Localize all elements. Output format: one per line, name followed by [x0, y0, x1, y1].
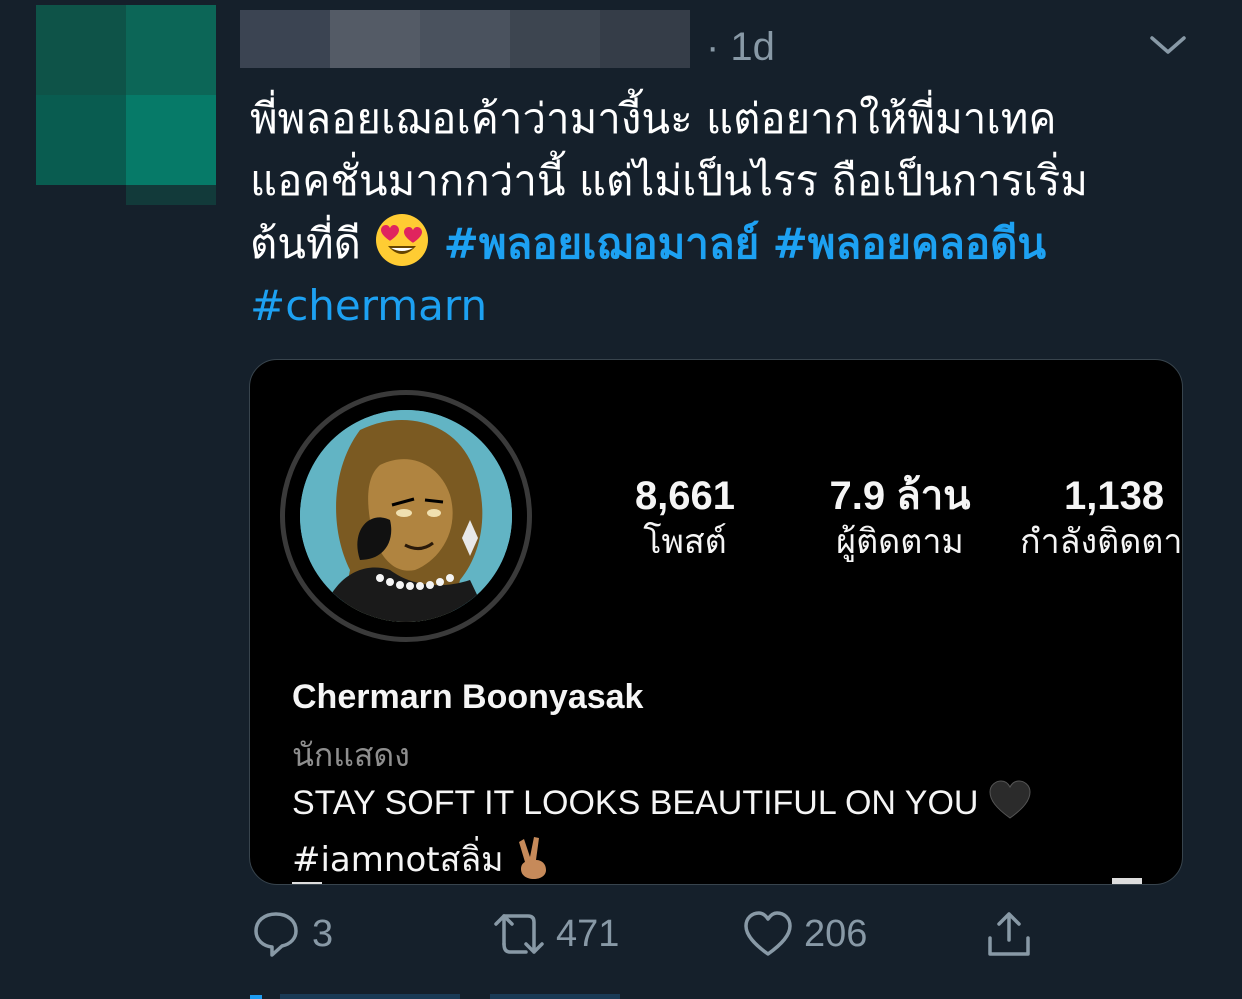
next-tweet-cut-off [250, 994, 620, 999]
heart-eyes-emoji [376, 214, 429, 266]
ig-posts-stat: 8,661 โพสต์ [610, 472, 760, 564]
ig-bio-text: STAY SOFT IT LOOKS BEAUTIFUL ON YOU [292, 784, 979, 822]
ig-followers-stat: 7.9 ล้าน ผู้ติดตาม [810, 472, 990, 564]
ig-following-label: กำลังติดตา [1020, 522, 1183, 562]
ig-posts-count: 8,661 [634, 474, 736, 518]
hashtag-link[interactable]: #พลอยคลอดีน [773, 219, 1047, 268]
retweet-count: 471 [556, 912, 620, 955]
hashtag-link[interactable]: #พลอยเฌอมาลย์ [444, 219, 760, 268]
ig-following-stat: 1,138 กำลังติดตา [1020, 472, 1183, 564]
tweet-action-bar: 3 471 206 [250, 908, 1050, 964]
ig-profile-name: Chermarn Boonyasak [292, 678, 644, 716]
retweet-icon [494, 914, 544, 954]
tweet-timestamp[interactable]: · 1d [706, 22, 775, 72]
chevron-down-icon[interactable] [1148, 30, 1188, 60]
tweet-text-line: แอคชั่นมากกว่านี้ แต่ไม่เป็นไรร ถือเป็นก… [250, 156, 1088, 205]
share-button[interactable] [982, 908, 1046, 960]
tweet-text-line: ต้นที่ดี [250, 219, 361, 268]
tweet-text-line: พี่พลอยเฌอเค้าว่ามางี้นะ แต่อยากให้พี่มา… [250, 94, 1057, 143]
ig-bio-line: STAY SOFT IT LOOKS BEAUTIFUL ON YOU [292, 778, 1032, 823]
author-name-redacted[interactable] [240, 10, 700, 68]
reply-button[interactable]: 3 [250, 908, 333, 960]
reply-icon [254, 912, 298, 957]
tweet-media-image[interactable]: 8,661 โพสต์ 7.9 ล้าน ผู้ติดตาม 1,138 กำล… [249, 359, 1183, 885]
like-count: 206 [804, 912, 868, 955]
ig-following-count: 1,138 [1064, 474, 1165, 518]
like-button[interactable]: 206 [742, 908, 867, 960]
ig-profile-picture [300, 410, 512, 622]
avatar[interactable] [36, 5, 216, 205]
tweet-text: พี่พลอยเฌอเค้าว่ามางี้นะ แต่อยากให้พี่มา… [250, 88, 1170, 337]
share-icon [988, 912, 1030, 956]
retweet-button[interactable]: 471 [492, 908, 619, 960]
reply-count: 3 [312, 912, 334, 955]
black-heart-emoji [989, 780, 1031, 819]
ig-bio-cut-off [292, 878, 1142, 884]
heart-icon [744, 911, 792, 956]
hashtag-link[interactable]: #chermarn [250, 281, 487, 330]
ig-posts-label: โพสต์ [643, 522, 727, 562]
ig-category: นักแสดง [292, 736, 410, 774]
ig-followers-count: 7.9 ล้าน [829, 474, 971, 518]
ig-followers-label: ผู้ติดตาม [836, 522, 964, 562]
